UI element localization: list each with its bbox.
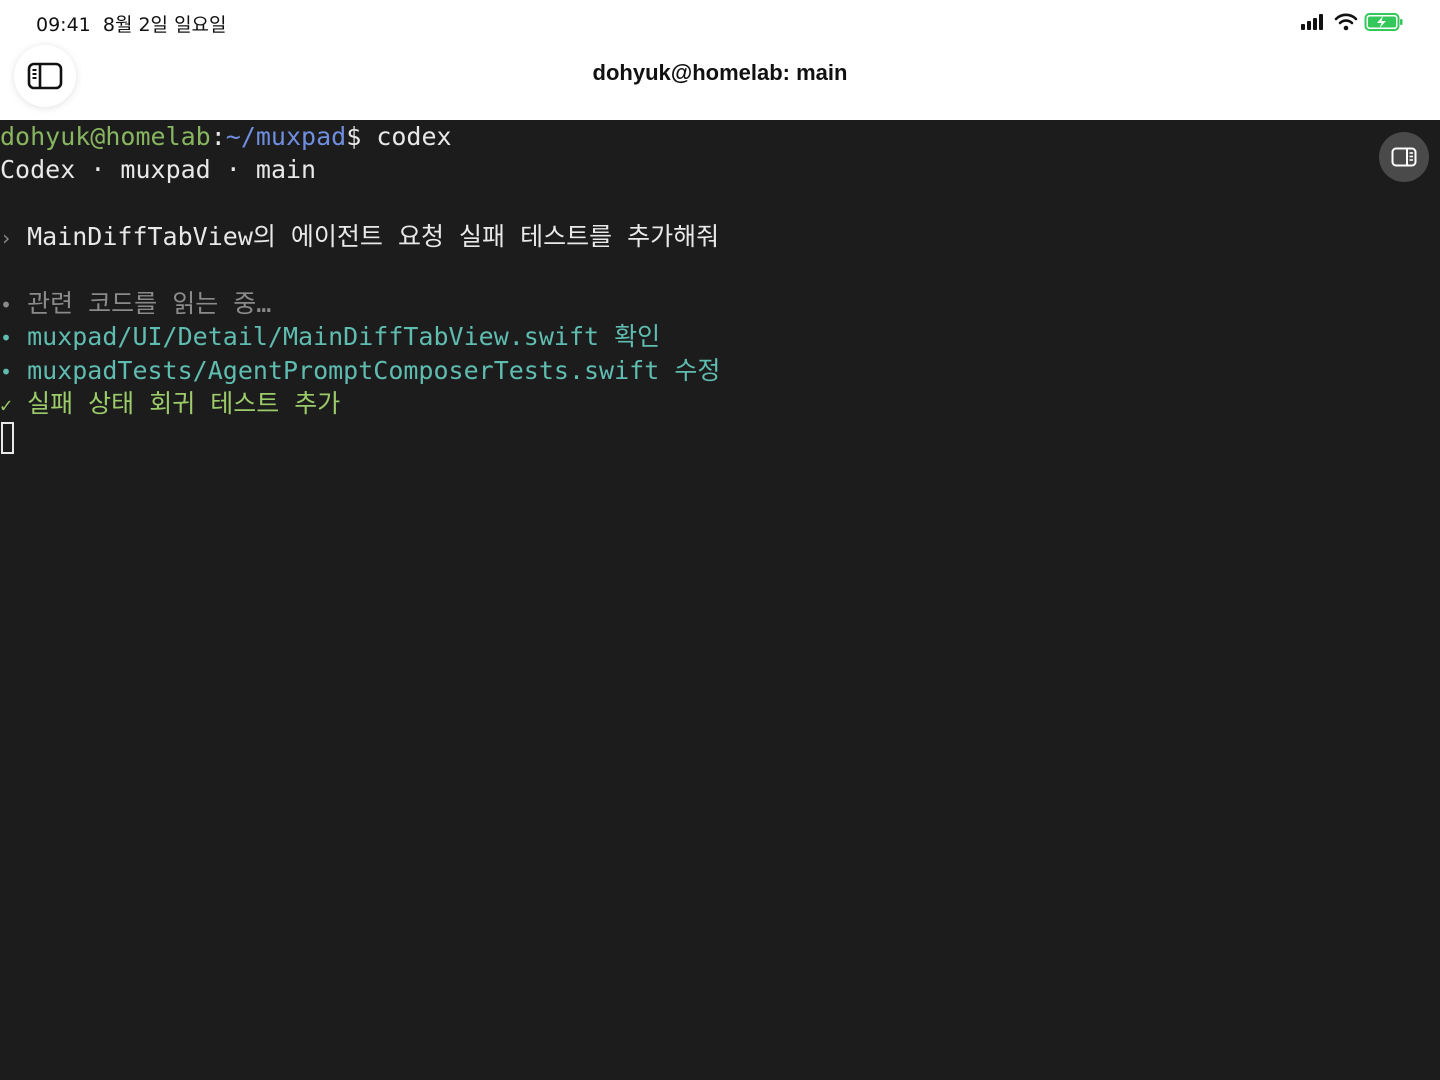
activity-text: 관련 코드를 읽는 중… <box>12 289 272 318</box>
activity-file: muxpad/UI/Detail/MainDiffTabView.swift <box>12 322 600 351</box>
battery-charging-icon <box>1364 13 1403 31</box>
prompt-command: codex <box>361 122 452 151</box>
activity-file: muxpadTests/AgentPromptComposerTests.swi… <box>12 356 660 385</box>
activity-line: ✓ 실패 상태 회귀 테스트 추가 <box>0 387 340 421</box>
terminal-view[interactable]: dohyuk@homelab:~/muxpad$ codex Codex · m… <box>0 120 1440 1080</box>
activity-line: • muxpadTests/AgentPromptComposerTests.s… <box>0 354 720 388</box>
activity-marker: • <box>0 360 13 384</box>
prompt-user-host: dohyuk@homelab <box>0 122 211 151</box>
activity-line: • muxpad/UI/Detail/MainDiffTabView.swift… <box>0 320 660 354</box>
activity-marker: • <box>0 326 13 350</box>
status-icons <box>1300 12 1404 32</box>
activity-action: 확인 <box>599 322 661 351</box>
activity-line: • 관련 코드를 읽는 중… <box>0 287 271 321</box>
prompt-symbol: $ <box>346 122 362 151</box>
user-message-line: › MainDiffTabView의 에이전트 요청 실패 테스트를 추가해줘 <box>0 220 719 254</box>
activity-text: 실패 상태 회귀 테스트 추가 <box>12 389 341 418</box>
codex-app-name: Codex <box>0 155 76 184</box>
wifi-icon <box>1334 13 1358 31</box>
codex-repo: muxpad <box>120 155 211 184</box>
activity-marker: • <box>0 293 13 317</box>
panel-toggle-icon <box>1391 147 1417 167</box>
codex-separator: · <box>210 155 256 184</box>
codex-separator: · <box>75 155 121 184</box>
status-time: 09:41 <box>36 14 91 36</box>
activity-action: 수정 <box>659 356 721 385</box>
panel-toggle-button[interactable] <box>1379 132 1429 182</box>
terminal-cursor <box>1 422 14 454</box>
cellular-signal-icon <box>1301 14 1323 30</box>
prompt-separator: : <box>210 122 226 151</box>
user-message-text: MainDiffTabView의 에이전트 요청 실패 테스트를 추가해줘 <box>12 222 720 251</box>
codex-branch: main <box>255 155 317 184</box>
top-bar: 09:41 8월 2일 일요일 dohyuk@homelab: main <box>0 0 1440 120</box>
prompt-line: dohyuk@homelab:~/muxpad$ codex <box>0 120 452 154</box>
status-date: 8월 2일 일요일 <box>102 14 227 36</box>
codex-header-line: Codex · muxpad · main <box>0 153 316 187</box>
window-title: dohyuk@homelab: main <box>592 60 848 85</box>
status-clock: 09:41 8월 2일 일요일 <box>36 10 227 37</box>
prompt-path: ~/muxpad <box>225 122 347 151</box>
user-message-marker: › <box>0 226 13 250</box>
check-icon: ✓ <box>0 393 13 417</box>
